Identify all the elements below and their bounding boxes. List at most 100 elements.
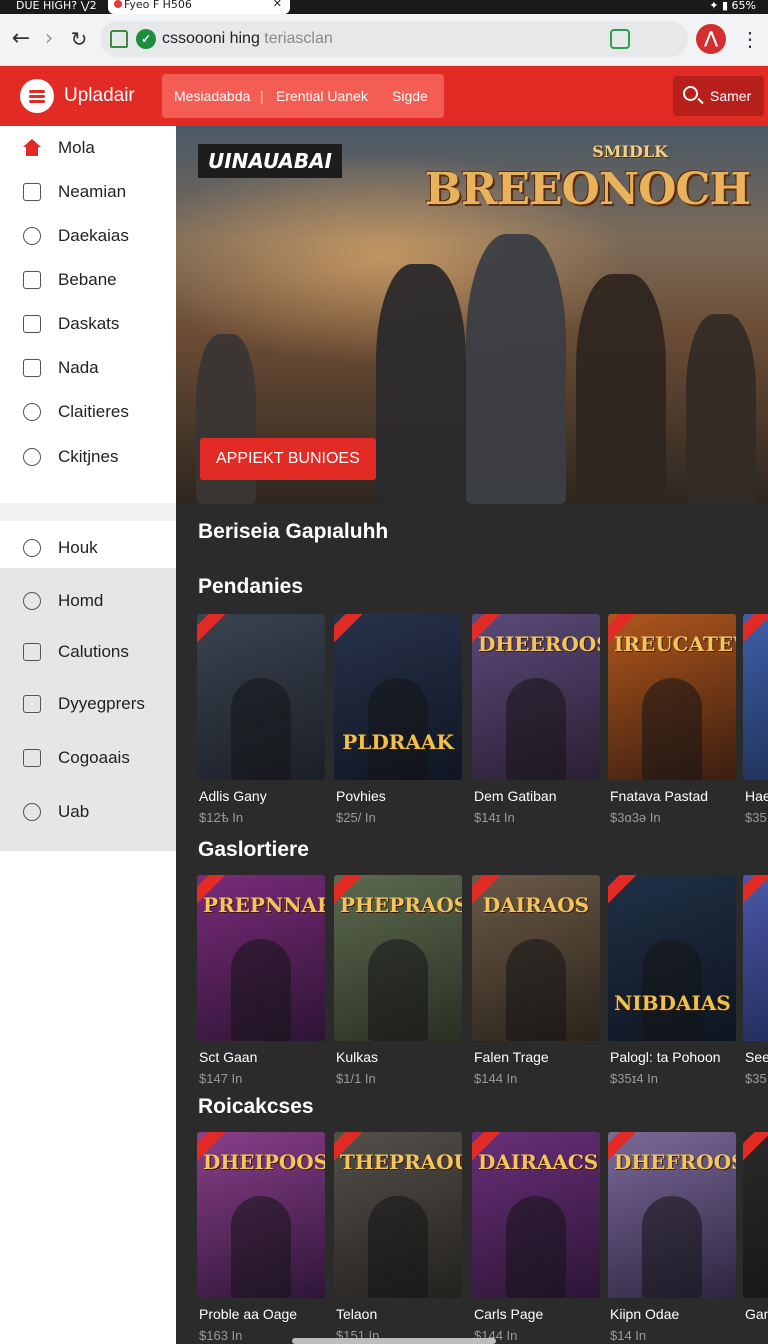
search-button[interactable]: Samer [673, 76, 764, 116]
profile-avatar-icon[interactable]: ⋀ [696, 24, 726, 54]
hero-cta-button[interactable]: APPIEKT BUNIOES [200, 438, 376, 480]
game-name[interactable]: Carls Page [474, 1306, 614, 1322]
game-cover-image[interactable]: PHEPRAOS [334, 875, 462, 1041]
more-menu-icon[interactable]: ⋮ [740, 26, 760, 54]
sidebar-item-cogoaais[interactable]: Cogoaais [0, 736, 176, 780]
game-name[interactable]: Sct Gaan [199, 1049, 339, 1065]
game-cover-image[interactable]: PLDRAAK [334, 614, 462, 780]
status-right-text: ✦ ▮ 65% [709, 0, 756, 12]
tab-close-icon[interactable]: ✕ [273, 0, 282, 9]
game-name[interactable]: See [745, 1049, 768, 1065]
sidebar-item-houk[interactable]: Houk [0, 526, 176, 568]
cover-title: DHEFROOS [614, 1150, 736, 1174]
hero-art-figure [466, 234, 566, 504]
game-name[interactable]: Kulkas [336, 1049, 476, 1065]
cover-title: DAIRAACS [478, 1150, 599, 1174]
game-name[interactable]: Proble aa Oage [199, 1306, 339, 1322]
game-cover-image[interactable]: DHEFROOS [608, 1132, 736, 1298]
game-cover-image[interactable]: DAIRAACS [472, 1132, 600, 1298]
game-name[interactable]: Dem Gatiban [474, 788, 614, 804]
layers-icon [23, 695, 41, 713]
game-cover-image[interactable]: DAIRAOS [472, 875, 600, 1041]
back-arrow-icon[interactable]: ← [8, 26, 34, 52]
game-name[interactable]: Povhies [336, 788, 476, 804]
cover-character-figure [368, 939, 428, 1041]
nav-separator: | [260, 88, 264, 104]
game-cover-image[interactable]: DHEEROOS [472, 614, 600, 780]
game-name[interactable]: Telaon [336, 1306, 476, 1322]
sidebar-item-homd[interactable]: Homd [0, 579, 176, 623]
hero-banner[interactable]: UINAUABAI SMIDLK BREEONOCH APPIEKT BUNIO… [176, 126, 768, 504]
brand-name[interactable]: Upladair [64, 66, 135, 126]
sidebar-item-mola[interactable]: Mola [0, 126, 176, 170]
nav-item-2[interactable]: Erential Uanek [276, 74, 368, 118]
game-name[interactable]: Gan [745, 1306, 768, 1322]
game-cover-image[interactable]: THEPRAOUS [334, 1132, 462, 1298]
cover-character-figure [231, 678, 291, 780]
sidebar-item-bebane[interactable]: Bebane [0, 258, 176, 302]
nav-item-1[interactable]: Mesiadabda [174, 74, 250, 118]
game-price: $14ɪ In [474, 810, 515, 825]
tab-favicon-icon [114, 0, 122, 8]
sidebar: Mola Neamian Daekaias Bebane Daskats Nada Clai… [0, 126, 176, 1344]
corner-ribbon [743, 1132, 768, 1165]
address-bar[interactable]: ✓ cssoooni hing teriasclan [100, 21, 688, 57]
game-name[interactable]: Kiipn Odae [610, 1306, 750, 1322]
game-name[interactable]: Hae [745, 788, 768, 804]
game-name[interactable]: Fnatava Pastad [610, 788, 750, 804]
sidebar-item-neamian[interactable]: Neamian [0, 170, 176, 214]
game-cover-image[interactable]: IREUCATEWIA [608, 614, 736, 780]
reload-icon[interactable]: ↻ [66, 26, 92, 52]
sidebar-item-daekaias[interactable]: Daekaias [0, 214, 176, 258]
game-price: $1/1 In [336, 1071, 376, 1086]
sidebar-item-ckitjnes[interactable]: Ckitjnes [0, 435, 176, 479]
nav-item-3[interactable]: Sigde [392, 74, 428, 118]
cover-title: DHEIPOOS [203, 1150, 325, 1174]
game-price: $25/ In [336, 810, 376, 825]
edit-icon [23, 183, 41, 201]
horizontal-scrollbar[interactable] [292, 1338, 496, 1344]
game-cover-image[interactable] [197, 614, 325, 780]
sidebar-item-calutions[interactable]: Calutions [0, 630, 176, 674]
hero-art-figure [686, 314, 756, 504]
cover-character-figure [506, 939, 566, 1041]
sidebar-item-uab[interactable]: Uab [0, 790, 176, 834]
sidebar-item-label: Calutions [58, 642, 129, 661]
game-cover-image[interactable]: NIBDAIAS [608, 875, 736, 1041]
hero-art-figure [376, 264, 466, 504]
sidebar-item-daskats[interactable]: Daskats [0, 302, 176, 346]
game-price: $12ѣ In [199, 810, 244, 825]
game-name[interactable]: Adlis Gany [199, 788, 339, 804]
game-cover-image[interactable] [743, 614, 768, 780]
game-cover-image[interactable] [743, 1132, 768, 1298]
url-text[interactable]: cssoooni hing teriasclan [162, 21, 333, 57]
sidebar-item-claitieres[interactable]: Claitieres [0, 390, 176, 434]
sidebar-item-label: Nada [58, 358, 99, 377]
game-name[interactable]: Palogl: ta Pohoon [610, 1049, 750, 1065]
game-price: $35 [745, 1071, 767, 1086]
settings-icon [23, 448, 41, 466]
game-price: $14 In [610, 1328, 647, 1343]
game-cover-image[interactable] [743, 875, 768, 1041]
home-icon[interactable] [110, 30, 128, 48]
game-name[interactable]: Falen Trage [474, 1049, 614, 1065]
game-price: $35ɪ4 In [610, 1071, 659, 1086]
app-header: Upladair Mesiadabda | Erential Uanek Sig… [0, 66, 768, 126]
game-cover-image[interactable]: DHEIPOOS [197, 1132, 325, 1298]
sidebar-item-nada[interactable]: Nada [0, 346, 176, 390]
cover-character-figure [642, 678, 702, 780]
browser-toolbar: ← › ↻ ✓ cssoooni hing teriasclan ⋀ ⋮ [0, 14, 768, 66]
cover-character-figure [231, 939, 291, 1041]
game-cover-image[interactable]: PREPNNARS [197, 875, 325, 1041]
chat-icon [23, 803, 41, 821]
menu-logo-icon[interactable] [20, 79, 54, 113]
sidebar-item-dyyegprers[interactable]: Dyyegprers [0, 682, 176, 726]
extension-icon[interactable] [610, 29, 630, 49]
home-icon [23, 139, 41, 157]
hand-icon [23, 592, 41, 610]
cover-character-figure [368, 678, 428, 780]
sidebar-item-label: Daekaias [58, 226, 129, 245]
cover-title: PHEPRAOS [340, 893, 462, 917]
browser-tab[interactable]: Fyeo F H506 ✕ [108, 0, 290, 14]
forward-arrow-icon[interactable]: › [36, 26, 62, 52]
